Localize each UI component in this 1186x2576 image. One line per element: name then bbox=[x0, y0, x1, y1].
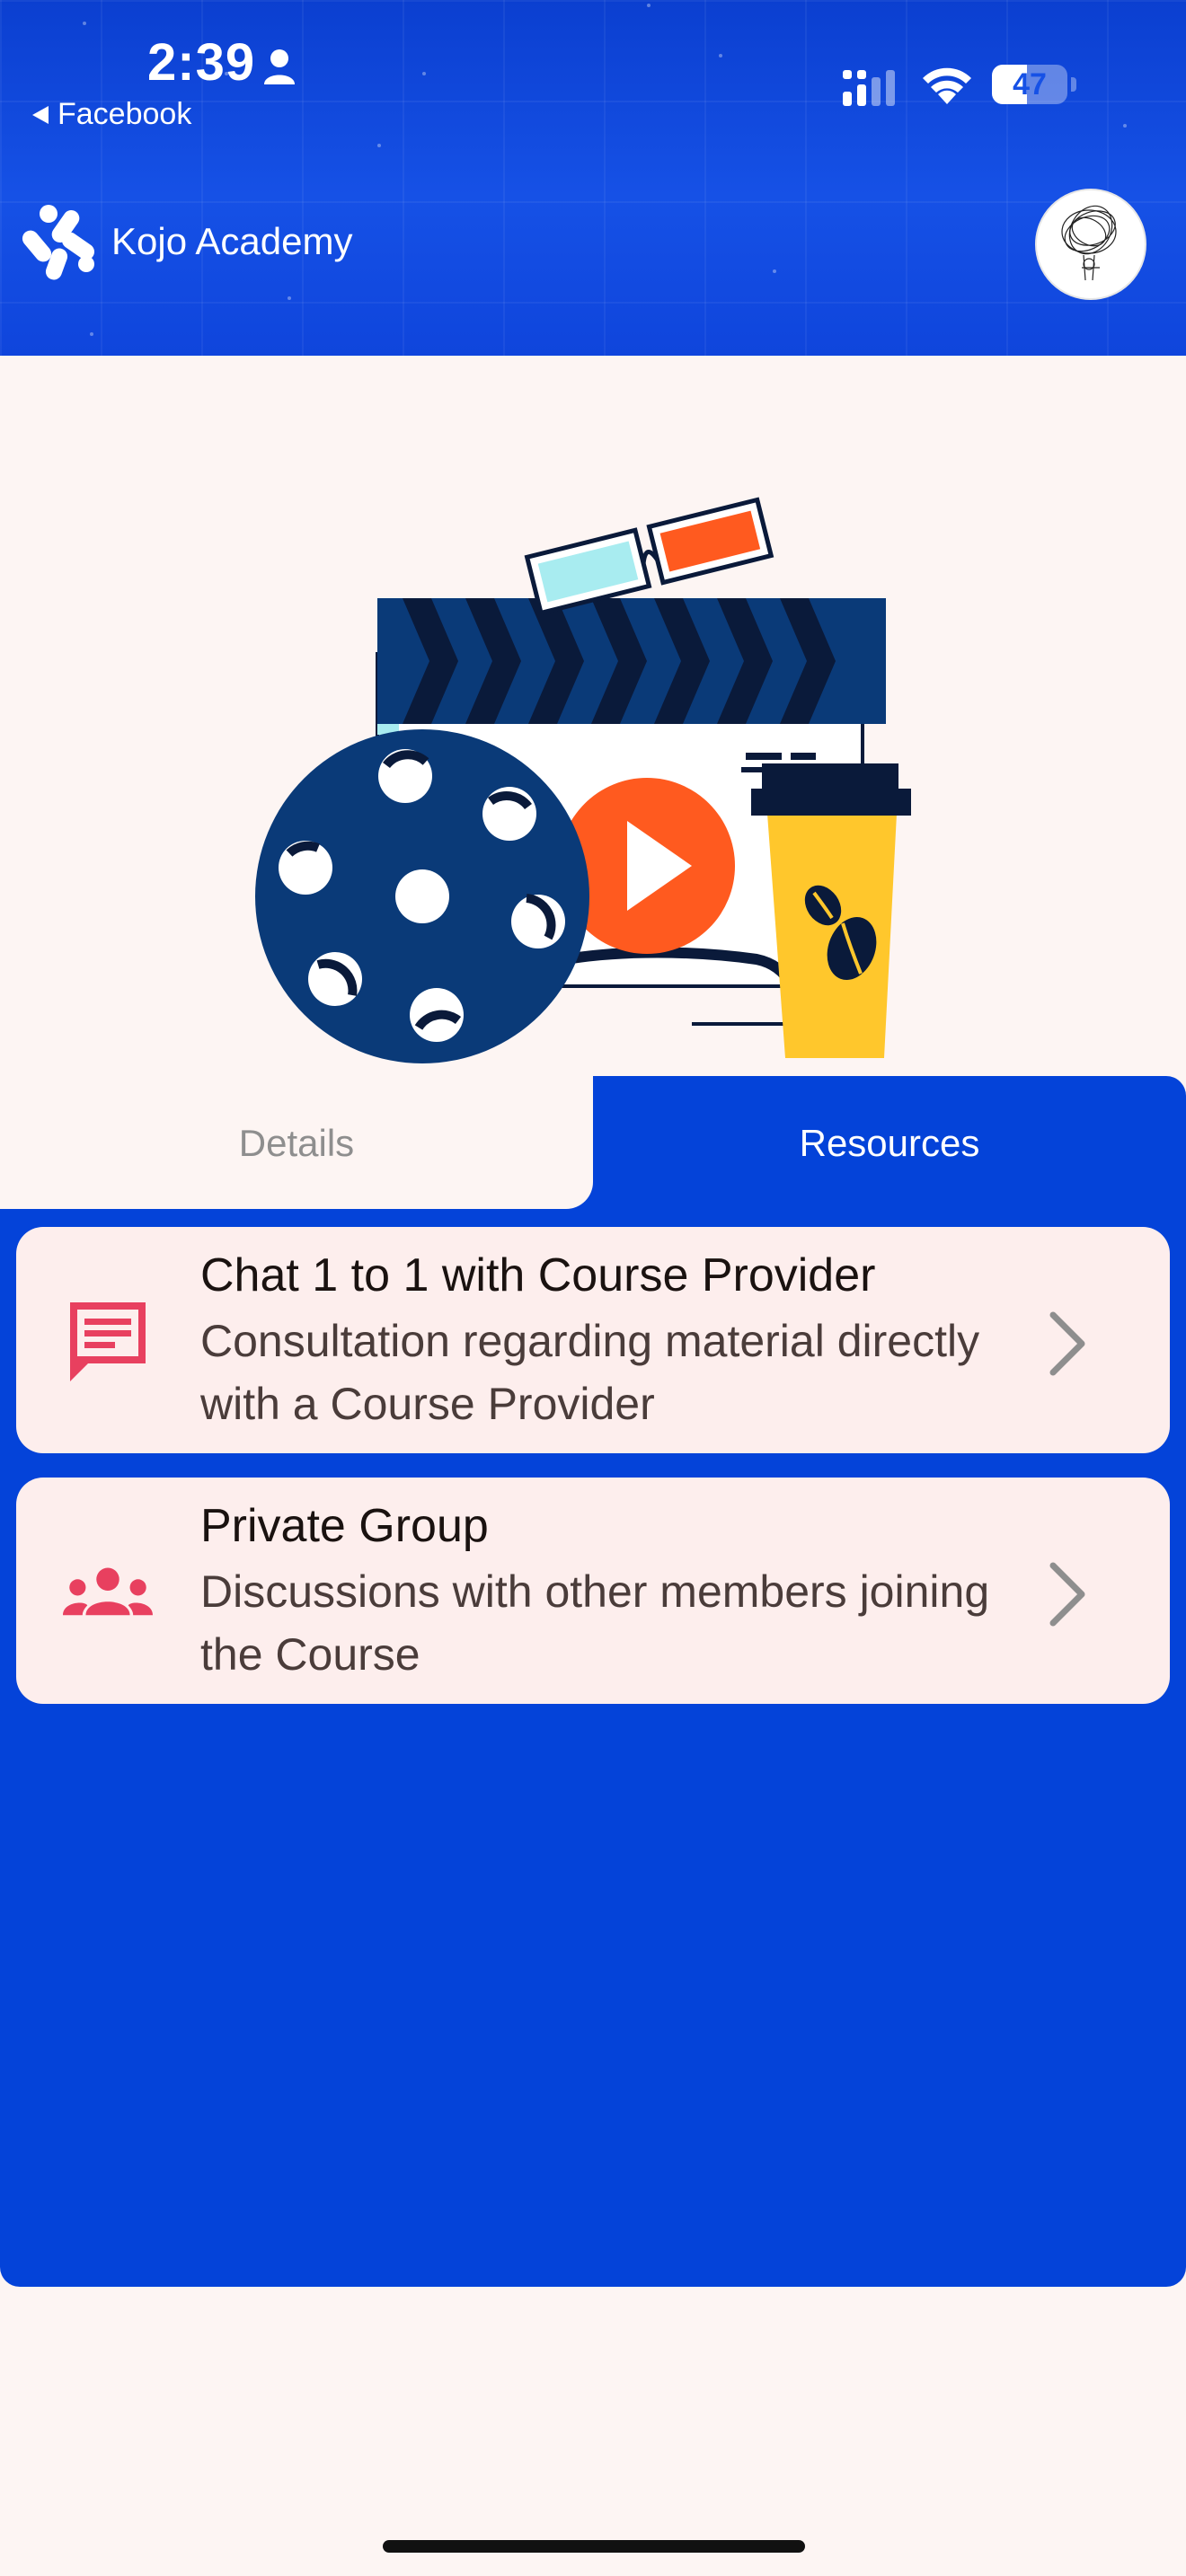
course-illustration bbox=[255, 497, 911, 1063]
cellular-signal-icon bbox=[843, 70, 895, 106]
decor-dot bbox=[719, 54, 722, 57]
decor-dot bbox=[377, 144, 381, 147]
back-to-app-link[interactable]: Facebook bbox=[32, 97, 191, 132]
group-icon bbox=[63, 1567, 153, 1616]
wifi-icon bbox=[923, 67, 971, 104]
app-header: 2:39 Facebook 47 Kojo Academy bbox=[0, 0, 1186, 356]
decor-dot bbox=[422, 72, 426, 75]
home-indicator[interactable] bbox=[383, 2540, 805, 2553]
chevron-right-icon bbox=[1049, 1562, 1085, 1627]
decor-dot bbox=[83, 22, 86, 25]
decor-dot bbox=[1123, 124, 1127, 128]
card-description: Discussions with other members joining t… bbox=[200, 1566, 990, 1680]
decor-dot bbox=[90, 332, 93, 336]
status-time: 2:39 bbox=[147, 33, 256, 92]
resource-card-private-group[interactable]: Private Group Discussions with other mem… bbox=[16, 1478, 1170, 1704]
kojo-logo-icon bbox=[22, 205, 95, 280]
film-reel bbox=[255, 729, 589, 1063]
back-triangle-icon bbox=[32, 105, 49, 124]
user-avatar[interactable] bbox=[1035, 189, 1146, 300]
tab-details[interactable]: Details bbox=[0, 1076, 593, 1211]
decor-dot bbox=[647, 4, 651, 7]
decor-dot bbox=[288, 296, 291, 300]
battery-cap bbox=[1071, 77, 1076, 92]
brand[interactable]: Kojo Academy bbox=[22, 201, 353, 282]
chevron-right-icon bbox=[1049, 1311, 1085, 1376]
battery-icon: 47 bbox=[992, 65, 1067, 104]
tab-resources[interactable]: Resources bbox=[593, 1076, 1186, 1211]
back-app-label: Facebook bbox=[58, 97, 192, 131]
battery-percent: 47 bbox=[1013, 67, 1047, 101]
chat-bubble-icon bbox=[70, 1302, 146, 1381]
card-description: Consultation regarding material directly… bbox=[200, 1316, 980, 1429]
resource-card-chat[interactable]: Chat 1 to 1 with Course Provider Consult… bbox=[16, 1227, 1170, 1453]
person-icon bbox=[264, 49, 295, 84]
3d-glasses bbox=[524, 497, 774, 616]
card-title: Chat 1 to 1 with Course Provider bbox=[200, 1249, 876, 1301]
decor-dot bbox=[773, 269, 776, 273]
avatar-scribble-icon bbox=[1061, 205, 1117, 281]
brand-name: Kojo Academy bbox=[111, 220, 353, 262]
coffee-cup bbox=[751, 763, 911, 1058]
card-title: Private Group bbox=[200, 1500, 489, 1552]
